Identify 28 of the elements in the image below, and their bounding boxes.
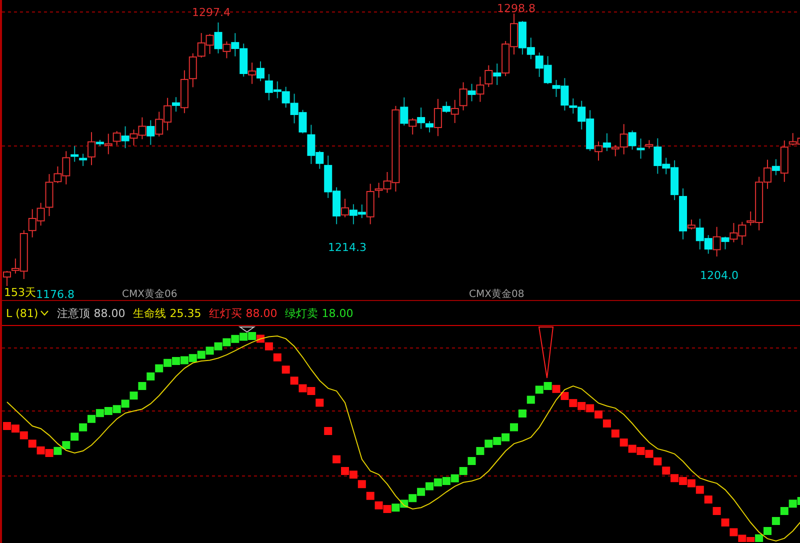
contract-label: CMX黄金08 — [469, 289, 524, 300]
contract-label: CMX黄金06 — [122, 289, 178, 300]
candle — [290, 93, 298, 124]
indicator-parameter: 注意顶 88.00 — [57, 306, 126, 320]
candle — [146, 120, 155, 146]
candle — [535, 52, 544, 78]
candle — [484, 64, 493, 88]
candle — [138, 116, 146, 140]
price-label: 1298.8 — [497, 3, 536, 15]
days-label: 153天 — [4, 287, 36, 299]
top-marker-icon — [538, 326, 554, 378]
candle — [155, 111, 164, 137]
candle — [130, 129, 138, 146]
top-marker-icon — [238, 326, 256, 333]
candle — [197, 32, 206, 58]
candle — [476, 76, 484, 102]
chevron-down-icon[interactable] — [40, 310, 50, 316]
candle — [188, 52, 197, 88]
price-label: 1204.0 — [700, 270, 738, 282]
candle — [282, 86, 290, 108]
price-label: 1176.8 — [36, 289, 74, 301]
indicator-parameter: 生命线 25.35 — [133, 306, 202, 320]
price-label: 1214.3 — [328, 242, 366, 254]
indicator-parameter: 绿灯卖 18.00 — [285, 306, 354, 320]
indicator-parameter: 红灯买 88.00 — [209, 306, 278, 320]
indicator-name: L (81) — [6, 306, 38, 320]
candle — [231, 32, 240, 57]
price-label: 1297.4 — [192, 7, 230, 19]
